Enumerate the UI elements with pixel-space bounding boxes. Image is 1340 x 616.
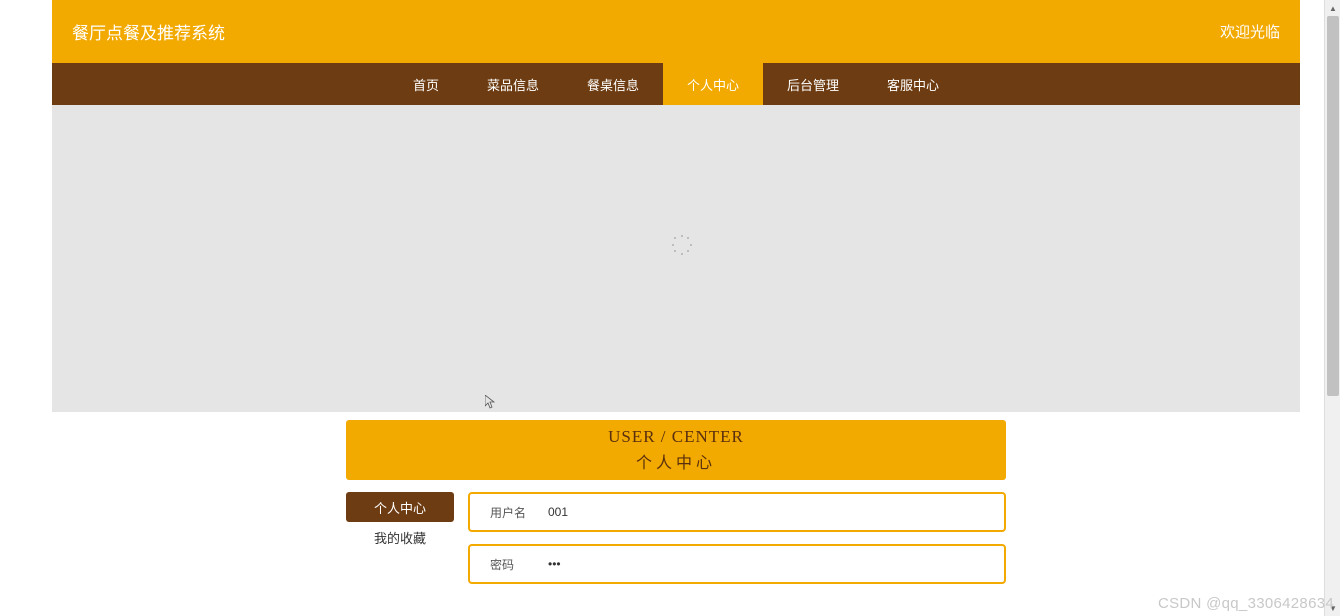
- banner-area: [52, 105, 1300, 412]
- user-center-header: USER / CENTER 个人中心: [346, 420, 1006, 480]
- uc-header-cn: 个人中心: [636, 449, 716, 473]
- vertical-scrollbar[interactable]: ▲ ▼: [1324, 0, 1340, 616]
- nav-dish-info[interactable]: 菜品信息: [463, 63, 563, 105]
- input-username[interactable]: [544, 499, 1004, 525]
- cursor-icon: [485, 395, 495, 412]
- nav-service[interactable]: 客服中心: [863, 63, 963, 105]
- site-title: 餐厅点餐及推荐系统: [72, 19, 225, 44]
- nav-admin[interactable]: 后台管理: [763, 63, 863, 105]
- watermark: CSDN @qq_3306428634: [1158, 595, 1334, 612]
- loading-spinner-icon: [672, 235, 692, 255]
- uc-header-en: USER / CENTER: [608, 427, 744, 447]
- nav-table-info[interactable]: 餐桌信息: [563, 63, 663, 105]
- label-username: 用户名: [470, 504, 544, 521]
- welcome-text[interactable]: 欢迎光临: [1220, 21, 1280, 42]
- sidebar-item-personal[interactable]: 个人中心: [346, 492, 454, 522]
- sidebar-item-favorites[interactable]: 我的收藏: [346, 522, 454, 552]
- nav-user-center[interactable]: 个人中心: [663, 63, 763, 105]
- form-row-username: 用户名: [468, 492, 1006, 532]
- scrollbar-thumb[interactable]: [1327, 16, 1339, 396]
- user-center-section: USER / CENTER 个人中心 个人中心 我的收藏 用户名 密码: [346, 420, 1006, 584]
- nav-home[interactable]: 首页: [389, 63, 463, 105]
- label-password: 密码: [470, 556, 544, 573]
- nav-bar: 首页 菜品信息 餐桌信息 个人中心 后台管理 客服中心: [52, 63, 1300, 105]
- uc-sidebar: 个人中心 我的收藏: [346, 492, 454, 584]
- input-password[interactable]: [544, 551, 1004, 577]
- form-row-password: 密码: [468, 544, 1006, 584]
- uc-form: 用户名 密码: [468, 492, 1006, 584]
- scroll-up-icon[interactable]: ▲: [1325, 0, 1340, 16]
- top-header: 餐厅点餐及推荐系统 欢迎光临: [52, 0, 1300, 63]
